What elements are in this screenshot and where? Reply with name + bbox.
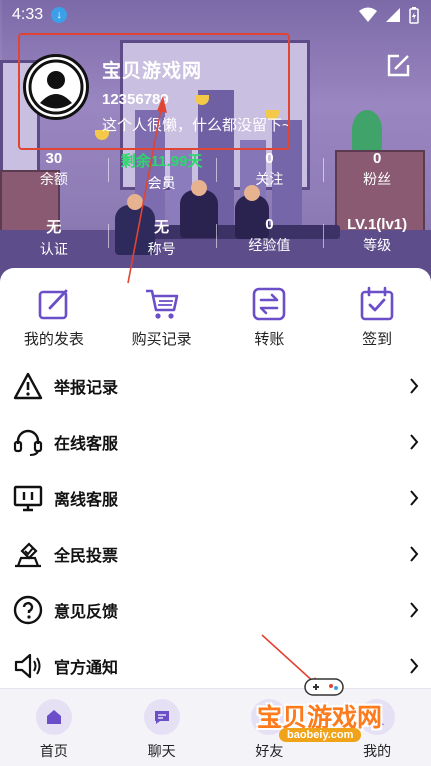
stat-level[interactable]: LV.1(lv1) 等级 [323,216,431,259]
stat-label: 粉丝 [363,171,392,187]
home-icon [35,699,72,735]
menu-item-public-vote[interactable]: 全民投票 [0,526,431,582]
stat-title[interactable]: 无 称号 [107,216,216,259]
headset-icon [12,426,44,458]
user-avatar-icon [28,59,84,115]
stat-value: 0 [265,216,274,233]
tab-chat[interactable]: 聊天 [108,689,216,766]
signal-icon [386,8,400,22]
stat-following[interactable]: 0 关注 [215,150,324,193]
stat-value: 无 [154,219,170,236]
tab-label: 聊天 [147,743,176,759]
edit-profile-icon[interactable] [385,53,411,79]
download-icon: ↓ [51,7,68,23]
menu-item-label: 意见反馈 [54,604,119,621]
transfer-icon [253,287,286,321]
menu-item-report-records[interactable]: 举报记录 [0,358,431,414]
quick-action-label: 我的发表 [23,331,84,348]
chevron-right-icon [410,658,419,674]
battery-icon [409,6,419,24]
vote-icon [12,538,44,570]
tab-label: 首页 [39,743,68,759]
question-icon [12,594,44,626]
chevron-right-icon [410,602,419,618]
monitor-icon [12,482,44,514]
quick-action-label: 转账 [254,331,285,348]
stats-row-secondary: 无 认证 无 称号 0 经验值 LV.1(lv1) 等级 [0,216,431,259]
stats-row-primary: 30 余额 剩余11.99天 会员 0 关注 0 粉丝 [0,150,431,193]
quick-action-label: 购买记录 [131,331,192,348]
status-time: 4:33 [12,6,44,23]
gamepad-icon [304,678,344,696]
quick-actions: 我的发表 购买记录 转账 签到 [0,268,431,358]
site-name: 宝贝游戏网 [102,61,203,82]
profile-info[interactable]: 宝贝游戏网 12356789 这个人很懒，什么都没留下~ [102,56,291,135]
chat-icon [143,699,180,735]
stat-label: 会员 [147,175,176,191]
settings-menu: 举报记录 在线客服 离线客服 全民投票 意见反馈 官方通知 [0,358,431,694]
chevron-right-icon [410,490,419,506]
checkin-icon [360,286,394,321]
stat-label: 称号 [147,241,176,257]
stat-value: 30 [45,150,63,167]
stat-value: 0 [372,150,382,167]
stat-value: LV.1(lv1) [347,216,408,233]
content-card: 我的发表 购买记录 转账 签到 举报记录 在线客服 离线客服 全民投票 意见反馈… [0,268,431,688]
menu-item-label: 在线客服 [54,436,119,453]
stat-membership[interactable]: 剩余11.99天 会员 [107,150,216,193]
status-bar: 4:33 ↓ [0,0,431,30]
stat-value: 无 [46,219,62,236]
speaker-icon [12,650,44,682]
watermark-url: baobeiy.com [279,728,362,742]
menu-item-label: 举报记录 [54,380,119,397]
stat-experience[interactable]: 0 经验值 [215,216,324,259]
warning-icon [12,370,44,402]
quick-action-label: 签到 [362,331,393,348]
stat-value: 0 [265,150,274,167]
menu-item-feedback[interactable]: 意见反馈 [0,582,431,638]
tab-home[interactable]: 首页 [0,689,108,766]
quick-action-transfer[interactable]: 转账 [216,286,324,358]
edit-icon [38,289,68,320]
stat-label: 等级 [363,237,392,253]
chevron-right-icon [410,434,419,450]
chevron-right-icon [410,546,419,562]
user-id: 12356789 [102,91,169,108]
stat-balance[interactable]: 30 余额 [0,150,108,193]
chevron-right-icon [410,378,419,394]
stat-value: 剩余11.99天 [120,153,203,170]
stat-label: 认证 [39,241,68,257]
stat-label: 余额 [39,171,68,187]
menu-item-label: 官方通知 [54,660,119,677]
menu-item-label: 全民投票 [54,548,119,565]
stat-label: 经验值 [248,237,291,253]
stat-label: 关注 [255,171,284,187]
cart-icon [145,289,178,319]
quick-action-checkin[interactable]: 签到 [323,286,431,358]
quick-action-my-posts[interactable]: 我的发表 [0,286,108,358]
avatar[interactable] [23,54,89,120]
quick-action-purchases[interactable]: 购买记录 [108,286,216,358]
wifi-icon [359,7,377,22]
stat-verification[interactable]: 无 认证 [0,216,108,259]
user-bio: 这个人很懒，什么都没留下~ [102,117,291,134]
menu-item-label: 离线客服 [54,492,119,509]
watermark-logo: 宝贝游戏网 baobeiy.com [245,676,405,748]
menu-item-offline-support[interactable]: 离线客服 [0,470,431,526]
menu-item-online-support[interactable]: 在线客服 [0,414,431,470]
stat-followers[interactable]: 0 粉丝 [323,150,431,193]
